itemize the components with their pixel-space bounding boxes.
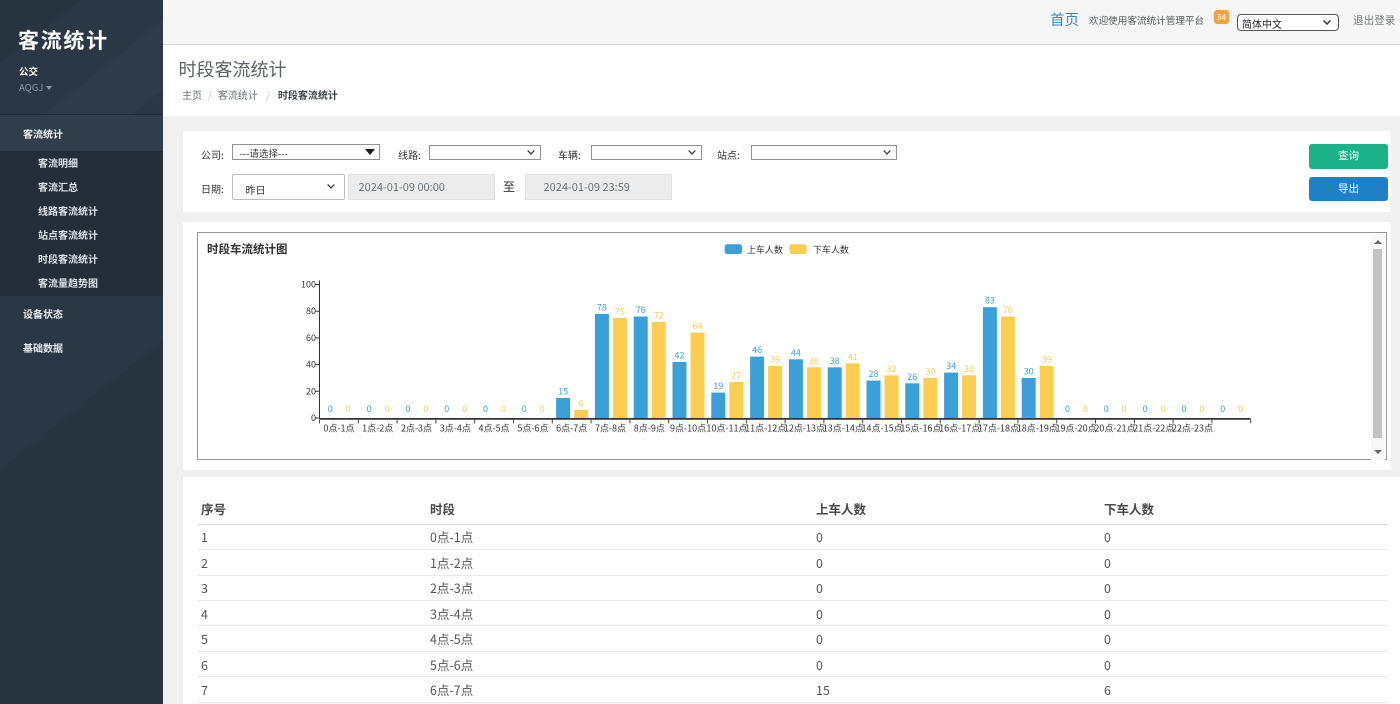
svg-text:0: 0 [367,402,372,415]
svg-text:26: 26 [907,370,917,383]
svg-text:6: 6 [579,397,584,410]
svg-text:34: 34 [946,359,956,372]
svg-text:0: 0 [1143,402,1148,415]
svg-text:39: 39 [770,352,780,365]
svg-text:上车人数: 上车人数 [747,243,783,256]
svg-text:8点-9点: 8点-9点 [634,422,665,435]
svg-text:6点-7点: 6点-7点 [556,422,587,435]
svg-text:20点-21点: 20点-21点 [1094,422,1135,435]
svg-text:2点-3点: 2点-3点 [401,422,432,435]
svg-text:0: 0 [540,402,545,415]
svg-text:0: 0 [1199,402,1204,415]
svg-text:0: 0 [1065,402,1070,415]
svg-text:0: 0 [1220,402,1225,415]
svg-text:38: 38 [809,354,819,367]
svg-text:78: 78 [597,300,607,313]
svg-text:0: 0 [346,402,351,415]
svg-text:18点-19点: 18点-19点 [1017,422,1058,435]
svg-text:14点-15点: 14点-15点 [862,422,903,435]
svg-text:76: 76 [1003,303,1013,316]
svg-text:0: 0 [1122,402,1127,415]
svg-text:0: 0 [311,411,316,424]
svg-text:60: 60 [306,331,316,344]
svg-text:0: 0 [501,402,506,415]
svg-text:下车人数: 下车人数 [813,243,849,256]
svg-text:72: 72 [654,308,664,321]
svg-text:16点-17点: 16点-17点 [939,422,980,435]
svg-text:10点-11点: 10点-11点 [706,422,747,435]
svg-text:13点-14点: 13点-14点 [823,422,864,435]
svg-text:80: 80 [306,304,316,317]
svg-text:0: 0 [1104,402,1109,415]
svg-text:0: 0 [1238,402,1243,415]
svg-text:0: 0 [462,402,467,415]
svg-text:0: 0 [385,402,390,415]
svg-text:15点-16点: 15点-16点 [900,422,941,435]
svg-text:4点-5点: 4点-5点 [479,422,510,435]
svg-text:83: 83 [985,294,995,307]
svg-text:30: 30 [925,364,935,377]
svg-text:0: 0 [1083,402,1088,415]
svg-text:19点-20点: 19点-20点 [1056,422,1097,435]
svg-text:20: 20 [306,384,316,397]
svg-text:0: 0 [522,402,527,415]
svg-text:3点-4点: 3点-4点 [440,422,471,435]
svg-text:32: 32 [964,362,974,375]
svg-text:27: 27 [731,369,741,382]
svg-text:17点-18点: 17点-18点 [978,422,1019,435]
svg-text:40: 40 [306,358,316,371]
svg-text:9点-10点: 9点-10点 [670,422,706,435]
svg-text:15: 15 [558,385,568,398]
svg-text:5点-6点: 5点-6点 [517,422,548,435]
svg-text:0: 0 [1161,402,1166,415]
svg-text:28: 28 [869,367,879,380]
svg-text:19: 19 [713,379,723,392]
svg-text:7点-8点: 7点-8点 [595,422,626,435]
svg-text:39: 39 [1042,352,1052,365]
svg-text:时段车流统计图: 时段车流统计图 [207,241,288,257]
svg-text:100: 100 [301,278,316,291]
svg-text:11点-12点: 11点-12点 [745,422,786,435]
svg-text:0: 0 [405,402,410,415]
svg-text:32: 32 [887,362,897,375]
svg-text:42: 42 [675,348,685,361]
svg-text:0: 0 [423,402,428,415]
svg-text:41: 41 [848,350,858,363]
svg-text:76: 76 [636,303,646,316]
svg-text:64: 64 [693,319,703,332]
svg-text:0: 0 [444,402,449,415]
svg-text:0: 0 [483,402,488,415]
svg-text:44: 44 [791,346,801,359]
svg-text:0: 0 [328,402,333,415]
svg-text:22点-23点: 22点-23点 [1172,422,1213,435]
svg-text:0点-1点: 0点-1点 [323,422,354,435]
svg-text:38: 38 [830,354,840,367]
svg-text:0: 0 [1181,402,1186,415]
svg-text:30: 30 [1024,364,1034,377]
svg-text:75: 75 [615,304,625,317]
svg-text:21点-22点: 21点-22点 [1133,422,1174,435]
svg-text:46: 46 [752,343,762,356]
svg-text:1点-2点: 1点-2点 [362,422,393,435]
svg-text:12点-13点: 12点-13点 [784,422,825,435]
